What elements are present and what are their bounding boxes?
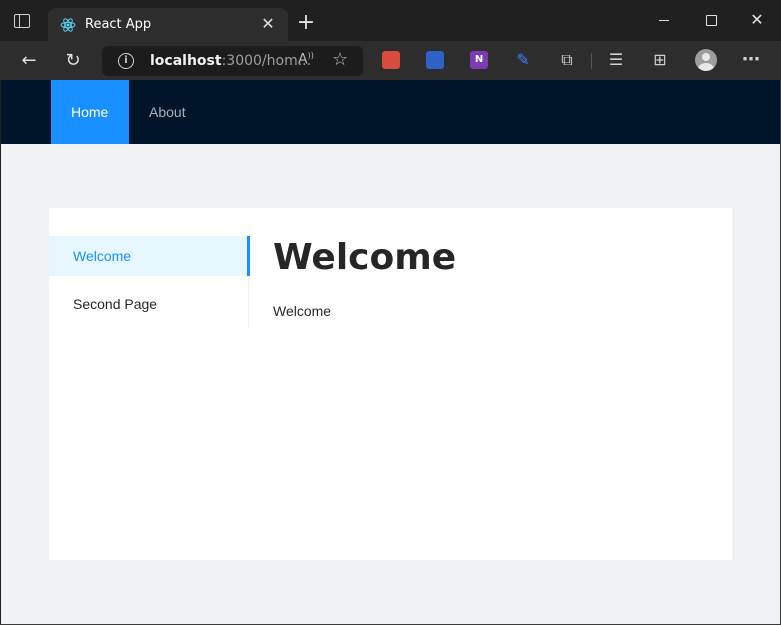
- new-tab-icon[interactable]: +: [296, 12, 316, 34]
- favorites-icon[interactable]: ☰: [606, 50, 626, 70]
- collections-icon[interactable]: ⊞: [650, 50, 670, 70]
- nav-item-home[interactable]: Home: [51, 80, 129, 144]
- side-menu-item-second-page[interactable]: Second Page: [49, 284, 249, 324]
- reload-icon[interactable]: ↻: [61, 49, 85, 73]
- url-text[interactable]: localhost:3000/hom...: [150, 53, 311, 69]
- app-header: Home About: [1, 80, 780, 144]
- browser-tab[interactable]: React App ✕: [48, 8, 288, 41]
- url-host: localhost: [150, 53, 222, 69]
- profile-avatar[interactable]: [695, 49, 717, 71]
- extension-blue-shield-icon[interactable]: [426, 51, 444, 69]
- minimize-button[interactable]: [652, 10, 676, 30]
- back-arrow-icon[interactable]: ←: [17, 49, 41, 73]
- content-card: Welcome Second Page Welcome Welcome: [49, 208, 732, 560]
- main-content: Welcome Welcome: [273, 236, 713, 319]
- tab-title: React App: [85, 17, 152, 32]
- read-aloud-icon[interactable]: A)): [298, 51, 314, 68]
- onenote-icon[interactable]: N: [470, 51, 488, 69]
- page-title: Welcome: [273, 237, 457, 278]
- extension-red-icon[interactable]: [382, 51, 400, 69]
- more-options-icon[interactable]: ⋯: [741, 50, 761, 70]
- puzzle-icon[interactable]: ⧉: [558, 51, 576, 69]
- side-menu-item-welcome[interactable]: Welcome: [49, 236, 250, 276]
- nav-item-about[interactable]: About: [129, 80, 206, 144]
- pen-icon[interactable]: ✎: [514, 51, 532, 69]
- add-favorite-icon[interactable]: ☆: [332, 49, 348, 70]
- toolbar-divider: [591, 53, 592, 69]
- close-tab-icon[interactable]: ✕: [258, 14, 278, 34]
- address-bar[interactable]: i localhost:3000/hom... A)) ☆: [102, 46, 363, 76]
- browser-titlebar: React App ✕ + ✕: [0, 0, 781, 41]
- side-menu: Welcome Second Page: [49, 236, 250, 328]
- page-body-text: Welcome: [273, 303, 332, 319]
- browser-toolbar: ← ↻ i localhost:3000/hom... A)) ☆ N ✎ ⧉ …: [0, 41, 781, 80]
- page-viewport: Home About Welcome Second Page Welcome W…: [1, 80, 780, 624]
- info-icon[interactable]: i: [118, 53, 134, 69]
- close-window-button[interactable]: ✕: [745, 10, 769, 30]
- maximize-button[interactable]: [699, 10, 723, 30]
- react-icon: [60, 18, 76, 32]
- tab-actions-button[interactable]: [14, 14, 30, 28]
